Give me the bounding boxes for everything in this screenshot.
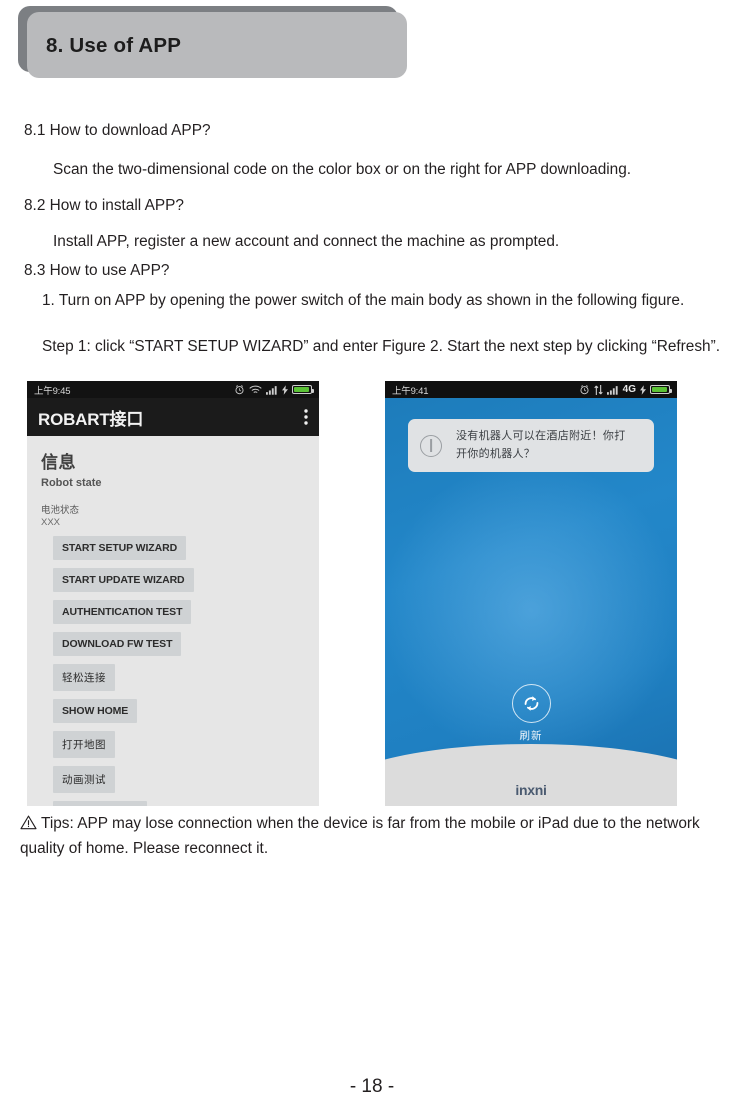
battery-state-value: XXX [41,517,61,528]
answer-install-app: Install APP, register a new account and … [53,233,560,250]
status-bar-icon-group [234,384,314,395]
figure-robart-interface: 上午9:45 ROBART接口 信息 Robot state 电池状态 XXX … [27,381,319,806]
battery-icon [292,385,314,394]
status-bar-time: 上午9:41 [392,385,429,397]
refresh-label: 刷新 [519,730,543,742]
info-icon [420,434,442,457]
battery-state-label: 电池状态 [41,505,80,516]
battery-fill [294,387,309,392]
more-vertical-icon[interactable] [304,408,308,426]
tips-text: Tips: APP may lose connection when the d… [20,815,700,857]
open-map-button[interactable]: 打开地图 [53,731,115,758]
charging-bolt-icon [282,384,288,395]
question-use-app: 8.3 How to use APP? [24,262,170,279]
authentication-test-button[interactable]: AUTHENTICATION TEST [53,600,192,624]
wifi-icon [249,385,262,395]
start-update-wizard-button[interactable]: START UPDATE WIZARD [53,568,194,592]
network-type-label: 4G [622,384,636,395]
tips-note: Tips: APP may lose connection when the d… [20,812,744,862]
no-robot-dialog: 没有机器人可以在酒店附近！你打 开你的机器人？ [408,419,654,472]
warning-triangle-icon [20,814,37,830]
brand-logo: inxni [515,782,547,798]
phone-status-bar: 上午9:41 4G [385,381,677,398]
section-header-banner: 8. Use of APP [18,6,407,78]
battery-fill [652,387,667,392]
app-bar: ROBART接口 [27,398,319,436]
alarm-clock-icon [579,384,590,395]
page-number: - 18 - [349,1076,395,1097]
robot-state-label: Robot state [41,477,102,489]
charging-bolt-icon [640,384,646,395]
signal-bars-icon [606,385,619,395]
refresh-icon[interactable] [511,684,551,723]
start-setup-wizard-button[interactable]: START SETUP WIZARD [53,536,187,560]
info-heading: 信息 [41,453,76,472]
app-bar-title: ROBART接口 [38,409,144,429]
battery-icon [650,385,672,394]
download-fw-test-button[interactable]: DOWNLOAD FW TEST [53,632,182,656]
refresh-control[interactable]: 刷新 [385,684,677,743]
easy-connect-button[interactable]: 轻松连接 [53,664,115,691]
question-download-app: 8.1 How to download APP? [24,122,211,139]
dialog-message-line2: 开你的机器人？ [456,447,536,460]
step-one-text: Step 1: click “START SETUP WIZARD” and e… [42,338,720,355]
phone-status-bar: 上午9:45 [27,381,319,398]
alarm-clock-icon [234,384,245,395]
step-intro-text: 1. Turn on APP by opening the power swit… [42,292,685,309]
app-content-area: 信息 Robot state 电池状态 XXX START SETUP WIZA… [27,436,319,806]
animation-test-button[interactable]: 动画测试 [53,766,115,793]
status-bar-time: 上午9:45 [34,385,71,397]
status-bar-icon-group: 4G [579,384,672,395]
answer-download-app: Scan the two-dimensional code on the col… [53,161,632,178]
question-install-app: 8.2 How to install APP? [24,197,184,214]
data-transfer-icon [593,384,603,395]
show-home-button[interactable]: SHOW HOME [53,699,138,723]
figure-no-robot-found: 上午9:41 4G 没有机器人可以在酒店附近！你打 开你的机器人？ 刷新 inx… [385,381,677,806]
page-title: 8. Use of APP [46,34,182,57]
dialog-message-line1: 没有机器人可以在酒店附近！你打 [456,430,626,443]
clipped-button[interactable] [53,801,147,806]
splash-canvas: 没有机器人可以在酒店附近！你打 开你的机器人？ 刷新 inxni [385,398,677,806]
signal-bars-icon [266,385,278,395]
dialog-message: 没有机器人可以在酒店附近！你打 开你的机器人？ [456,428,626,462]
